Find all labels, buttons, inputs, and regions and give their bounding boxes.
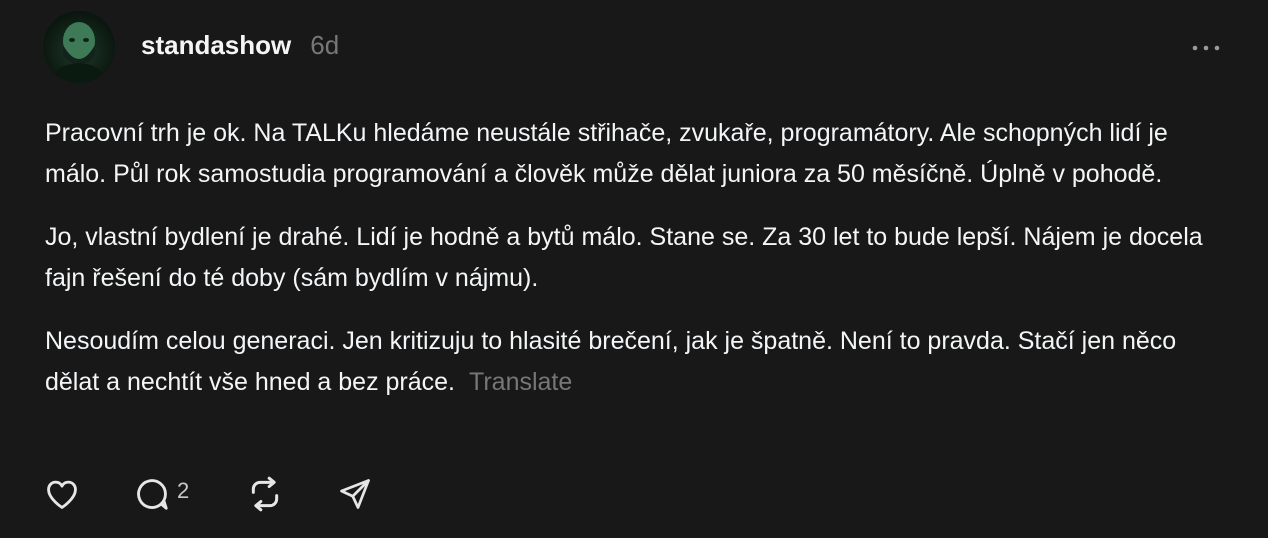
avatar-image	[43, 11, 115, 83]
post-time: 6d	[310, 30, 340, 60]
comment-icon	[137, 479, 168, 510]
repost-icon	[251, 476, 279, 512]
post-paragraph: Jo, vlastní bydlení je drahé. Lidí je ho…	[45, 223, 1203, 292]
share-button[interactable]	[337, 476, 373, 512]
send-icon	[340, 479, 370, 509]
post-actions: 2	[43, 472, 373, 516]
reply-button[interactable]: 2	[133, 475, 245, 513]
post-header: standashow 6d	[141, 30, 339, 70]
avatar[interactable]	[43, 11, 115, 83]
more-options-button[interactable]	[1190, 36, 1222, 60]
reply-count: 2	[177, 478, 190, 503]
translate-link[interactable]: Translate	[469, 368, 572, 396]
heart-icon	[47, 480, 77, 509]
post-paragraph: Pracovní trh je ok. Na TALKu hledáme neu…	[45, 119, 1168, 188]
username[interactable]: standashow	[141, 30, 291, 61]
post-body: Pracovní trh je ok. Na TALKu hledáme neu…	[45, 113, 1235, 425]
post-paragraph-text: Nesoudím celou generaci. Jen kritizuju t…	[45, 327, 1177, 396]
like-button[interactable]	[43, 475, 133, 513]
repost-button[interactable]	[245, 474, 337, 514]
post-paragraph: Nesoudím celou generaci. Jen kritizuju t…	[45, 321, 1235, 403]
more-icon	[1192, 45, 1220, 51]
thread-post: standashow 6d Pracovní trh je ok. Na TAL…	[0, 0, 1268, 538]
